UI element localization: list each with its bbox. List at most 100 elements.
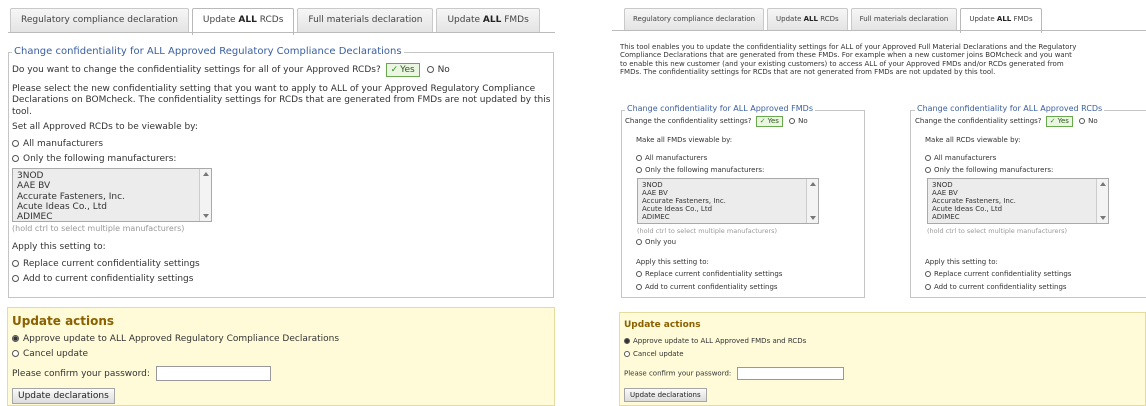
list-item[interactable]: 3NOD xyxy=(17,171,207,181)
scroll-down-icon[interactable] xyxy=(1100,216,1106,220)
fmd-all-radio[interactable] xyxy=(636,155,642,161)
replace-radio[interactable] xyxy=(12,260,19,267)
list-item[interactable]: Accurate Fasteners, Inc. xyxy=(932,197,1104,205)
rcd-only-option[interactable]: Only the following manufacturers: xyxy=(925,166,1053,174)
only-following-radio[interactable] xyxy=(12,155,19,162)
multi-select-hint: (hold ctrl to select multiple manufactur… xyxy=(12,224,185,233)
yes-button[interactable]: ✓ Yes xyxy=(385,63,420,77)
rcd-manufacturer-listbox[interactable]: 3NOD AAE BV Accurate Fasteners, Inc. Acu… xyxy=(927,178,1109,224)
manufacturer-listbox[interactable]: 3NOD AAE BV Accurate Fasteners, Inc. Acu… xyxy=(12,168,212,222)
tab-regulatory-compliance[interactable]: Regulatory compliance declaration xyxy=(10,8,189,32)
cancel-option[interactable]: Cancel update xyxy=(624,350,684,358)
checkmark-icon: ✓ xyxy=(390,65,399,75)
fmd-replace-radio[interactable] xyxy=(636,271,642,277)
no-option[interactable]: No xyxy=(426,65,450,75)
rcd-only-radio[interactable] xyxy=(925,167,931,173)
list-item[interactable]: Acute Ideas Co., Ltd xyxy=(932,205,1104,213)
fmd-only-radio[interactable] xyxy=(636,167,642,173)
approve-radio[interactable] xyxy=(12,335,19,342)
info-paragraph: Please select the new confidentiality se… xyxy=(12,84,551,117)
approve-option[interactable]: Approve update to ALL Approved Regulator… xyxy=(12,334,339,344)
list-item[interactable]: AAE BV xyxy=(642,189,814,197)
list-item[interactable]: 3NOD xyxy=(932,181,1104,189)
fmd-question-row: Change the confidentiality settings? ✓ Ye… xyxy=(625,116,808,127)
password-input[interactable] xyxy=(155,366,271,381)
fmd-only-you-option[interactable]: Only you xyxy=(636,238,676,246)
cancel-radio[interactable] xyxy=(624,351,630,357)
password-row: Please confirm your password: xyxy=(12,366,271,381)
scroll-up-icon[interactable] xyxy=(1100,182,1106,186)
change-question-row: Do you want to change the confidentialit… xyxy=(12,63,450,77)
cancel-radio[interactable] xyxy=(12,350,19,357)
list-item[interactable]: ADIMEC xyxy=(932,213,1104,221)
fmd-make-label: Make all FMDs viewable by: xyxy=(636,136,733,144)
intro-paragraph: This tool enables you to update the conf… xyxy=(620,43,1077,77)
approve-option[interactable]: Approve update to ALL Approved FMDs and … xyxy=(624,337,806,345)
fmd-yes-button[interactable]: ✓ Yes xyxy=(755,116,783,127)
rcd-no-radio[interactable] xyxy=(1079,118,1086,124)
tab-update-all-rcds[interactable]: Update ALL RCDs xyxy=(191,8,295,35)
list-item[interactable]: Accurate Fasteners, Inc. xyxy=(17,192,207,202)
fmd-no-option[interactable]: No xyxy=(789,117,808,125)
fmd-only-option[interactable]: Only the following manufacturers: xyxy=(636,166,764,174)
all-manufacturers-option[interactable]: All manufacturers xyxy=(12,139,103,149)
update-actions-title: Update actions xyxy=(624,320,701,330)
tab-divider xyxy=(612,30,1146,31)
scroll-down-icon[interactable] xyxy=(810,216,816,220)
password-label: Please confirm your password: xyxy=(12,369,150,379)
list-item[interactable]: 3NOD xyxy=(642,181,814,189)
rcd-no-option[interactable]: No xyxy=(1079,117,1098,125)
list-item[interactable]: Acute Ideas Co., Ltd xyxy=(642,205,814,213)
fmd-replace-option[interactable]: Replace current confidentiality settings xyxy=(636,270,782,278)
password-row: Please confirm your password: xyxy=(624,367,844,380)
fmd-add-option[interactable]: Add to current confidentiality settings xyxy=(636,283,778,291)
change-question: Do you want to change the confidentialit… xyxy=(12,65,381,75)
rcd-replace-radio[interactable] xyxy=(925,271,931,277)
password-input[interactable] xyxy=(736,367,844,380)
rcd-add-radio[interactable] xyxy=(925,284,931,290)
scroll-down-icon[interactable] xyxy=(203,214,209,218)
rcd-all-option[interactable]: All manufacturers xyxy=(925,154,996,162)
apply-setting-label: Apply this setting to: xyxy=(12,242,106,252)
fmd-all-option[interactable]: All manufacturers xyxy=(636,154,707,162)
fmd-apply-label: Apply this setting to: xyxy=(636,258,709,266)
only-following-option[interactable]: Only the following manufacturers: xyxy=(12,154,176,164)
list-item[interactable]: Acute Ideas Co., Ltd xyxy=(17,202,207,212)
tab-update-all-fmds[interactable]: Update ALL FMDs xyxy=(436,8,540,32)
fmd-add-radio[interactable] xyxy=(636,284,642,290)
fmd-manufacturer-listbox[interactable]: 3NOD AAE BV Accurate Fasteners, Inc. Acu… xyxy=(637,178,819,224)
tab-update-all-rcds[interactable]: Update ALL RCDs xyxy=(767,8,848,30)
tab-regulatory-compliance[interactable]: Regulatory compliance declaration xyxy=(624,8,765,30)
fmd-only-you-radio[interactable] xyxy=(636,239,642,245)
fmd-fieldset-legend: Change confidentiality for ALL Approved … xyxy=(625,104,815,113)
rcd-question-row: Change the confidentiality settings? ✓ Ye… xyxy=(915,116,1098,127)
replace-option[interactable]: Replace current confidentiality settings xyxy=(12,259,200,269)
tab-full-materials[interactable]: Full materials declaration xyxy=(297,8,434,32)
fmd-update-panel: Regulatory compliance declaration Update… xyxy=(612,0,1146,406)
list-item[interactable]: Accurate Fasteners, Inc. xyxy=(642,197,814,205)
scroll-up-icon[interactable] xyxy=(203,172,209,176)
list-item[interactable]: ADIMEC xyxy=(17,212,207,221)
add-radio[interactable] xyxy=(12,275,19,282)
list-item[interactable]: AAE BV xyxy=(932,189,1104,197)
list-item[interactable]: AAE BV xyxy=(17,181,207,191)
rcd-all-radio[interactable] xyxy=(925,155,931,161)
rcd-add-option[interactable]: Add to current confidentiality settings xyxy=(925,283,1067,291)
update-declarations-button[interactable]: Update declarations xyxy=(12,388,115,404)
cancel-option[interactable]: Cancel update xyxy=(12,349,88,359)
listbox-scrollbar[interactable] xyxy=(806,179,818,223)
approve-radio[interactable] xyxy=(624,338,630,344)
list-item[interactable]: ADIMEC xyxy=(642,213,814,221)
rcd-yes-button[interactable]: ✓ Yes xyxy=(1045,116,1073,127)
rcd-replace-option[interactable]: Replace current confidentiality settings xyxy=(925,270,1071,278)
listbox-scrollbar[interactable] xyxy=(199,169,211,221)
tab-full-materials[interactable]: Full materials declaration xyxy=(850,8,958,30)
fmd-no-radio[interactable] xyxy=(789,118,796,124)
update-declarations-button[interactable]: Update declarations xyxy=(624,388,707,402)
add-option[interactable]: Add to current confidentiality settings xyxy=(12,274,193,284)
listbox-scrollbar[interactable] xyxy=(1096,179,1108,223)
no-radio[interactable] xyxy=(426,66,434,73)
tab-divider xyxy=(8,32,555,33)
scroll-up-icon[interactable] xyxy=(810,182,816,186)
all-manufacturers-radio[interactable] xyxy=(12,140,19,147)
